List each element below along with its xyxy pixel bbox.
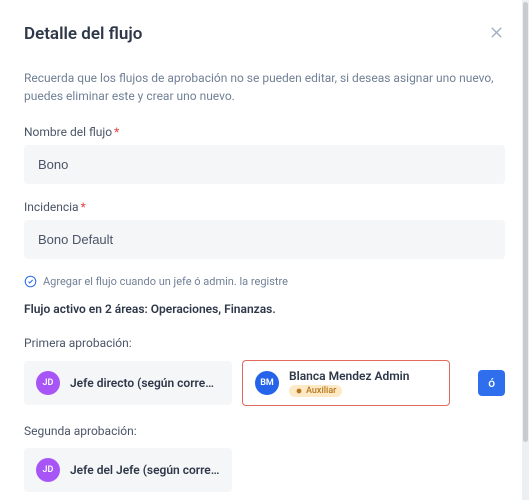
incidence-label: Incidencia* <box>24 200 505 214</box>
approver-name: Jefe directo (según corres... <box>70 376 220 390</box>
approver-name: Blanca Mendez Admin <box>289 369 410 383</box>
flow-name-label: Nombre del flujo* <box>24 125 505 139</box>
scrollbar-track[interactable] <box>522 0 529 500</box>
badge-icon <box>295 387 303 395</box>
close-button[interactable] <box>488 24 505 45</box>
avatar: JD <box>36 371 60 395</box>
flow-detail-modal: Detalle del flujo Recuerda que los flujo… <box>0 0 529 500</box>
note-row: Agregar el flujo cuando un jefe ó admin.… <box>24 275 505 288</box>
first-approval-row: JD Jefe directo (según corres... BM Blan… <box>24 360 505 406</box>
first-approval-label: Primera aprobación: <box>24 336 505 350</box>
close-icon <box>490 26 503 39</box>
scrollbar-thumb[interactable] <box>523 2 528 442</box>
note-text: Agregar el flujo cuando un jefe ó admin.… <box>43 275 288 288</box>
flow-name-input[interactable] <box>24 145 505 184</box>
approver-card[interactable]: JD Jefe del Jefe (según corre... <box>24 448 232 492</box>
active-areas: Flujo activo en 2 áreas: Operaciones, Fi… <box>24 302 505 316</box>
incidence-input[interactable] <box>24 220 505 259</box>
aux-badge: Auxiliar <box>289 385 342 397</box>
modal-header: Detalle del flujo <box>24 24 505 45</box>
modal-title: Detalle del flujo <box>24 24 142 44</box>
required-marker: * <box>81 200 86 214</box>
required-marker: * <box>114 125 119 139</box>
second-approval-row: JD Jefe del Jefe (según corre... <box>24 448 505 492</box>
approver-name: Jefe del Jefe (según corre... <box>70 463 220 477</box>
avatar: JD <box>36 458 60 482</box>
approver-card[interactable]: JD Jefe directo (según corres... <box>24 361 232 405</box>
approver-card-highlighted[interactable]: BM Blanca Mendez Admin Auxiliar <box>242 360 450 406</box>
second-approval-label: Segunda aprobación: <box>24 424 505 438</box>
reminder-text: Recuerda que los flujos de aprobación no… <box>24 69 505 105</box>
check-circle-icon <box>24 275 37 288</box>
avatar: BM <box>255 371 279 395</box>
or-separator: ó <box>478 370 505 396</box>
